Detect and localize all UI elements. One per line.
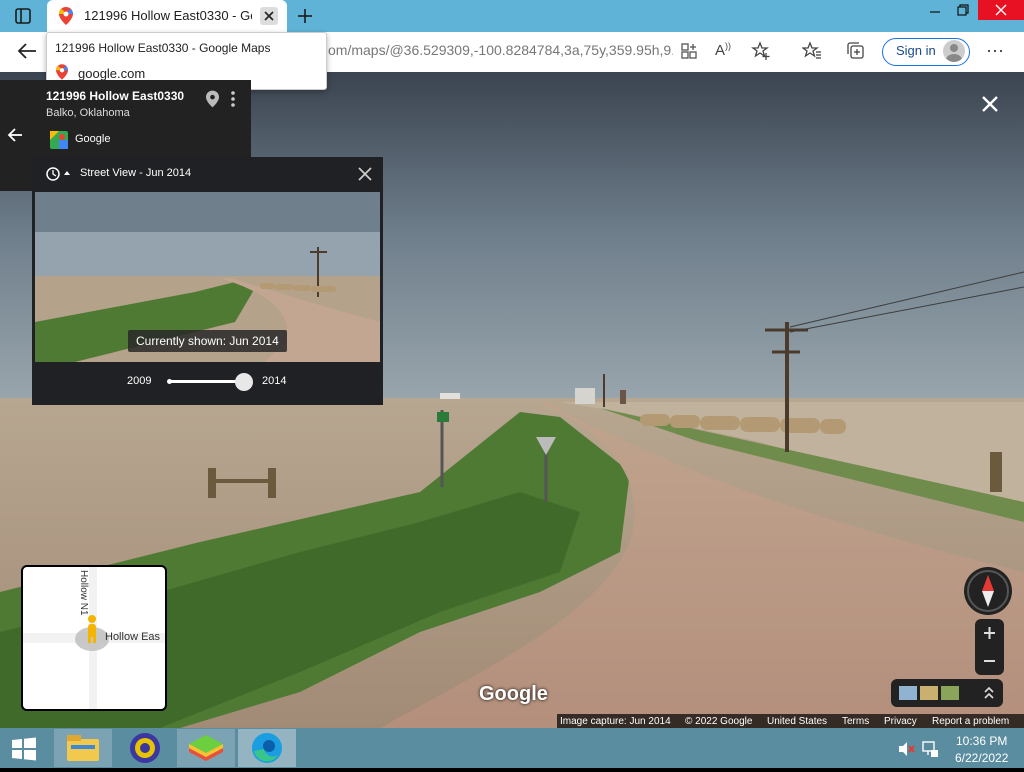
place-location: Balko, Oklahoma bbox=[46, 107, 130, 119]
tooltip-domain: google.com bbox=[78, 66, 146, 81]
tooltip-favicon-icon bbox=[56, 64, 68, 80]
clock-date[interactable]: 6/22/2022 bbox=[955, 751, 1008, 765]
more-options-icon[interactable] bbox=[229, 90, 237, 108]
network-icon[interactable] bbox=[921, 740, 939, 758]
google-watermark: Google bbox=[479, 683, 548, 705]
year-start-label: 2009 bbox=[127, 375, 152, 387]
privacy-link[interactable]: Privacy bbox=[884, 716, 917, 727]
file-explorer-icon[interactable] bbox=[54, 729, 112, 767]
google-maps-logo-icon bbox=[50, 131, 68, 149]
clock-time[interactable]: 10:36 PM bbox=[956, 734, 1007, 748]
app-available-icon[interactable] bbox=[680, 42, 698, 60]
history-header: Street View - Jun 2014 bbox=[80, 167, 192, 179]
volume-muted-icon[interactable] bbox=[897, 741, 915, 757]
back-arrow-icon[interactable] bbox=[16, 41, 38, 61]
sign-in-label: Sign in bbox=[896, 43, 936, 58]
terms-link[interactable]: Terms bbox=[842, 716, 869, 727]
avatar-icon bbox=[943, 40, 965, 62]
tab-title: 121996 Hollow East0330 - Google Maps bbox=[84, 8, 252, 23]
place-title[interactable]: 121996 Hollow East0330 bbox=[46, 89, 184, 103]
start-button-icon[interactable] bbox=[10, 737, 38, 761]
location-pin-icon[interactable] bbox=[206, 90, 219, 108]
currently-shown-badge: Currently shown: Jun 2014 bbox=[128, 330, 287, 352]
minimize-icon[interactable] bbox=[926, 4, 944, 18]
minimap-road-vertical: Hollow N1 bbox=[78, 570, 89, 616]
image-capture-label: Image capture: Jun 2014 bbox=[560, 716, 671, 727]
back-to-map-icon[interactable] bbox=[7, 127, 25, 143]
tooltip-title: 121996 Hollow East0330 - Google Maps bbox=[55, 41, 271, 55]
photo-thumb-3[interactable] bbox=[941, 686, 959, 700]
address-bar-input[interactable]: om/maps/@36.529309,-100.8284784,3a,75y,3… bbox=[328, 42, 673, 58]
new-tab-icon[interactable] bbox=[296, 7, 314, 25]
year-end-label: 2014 bbox=[262, 375, 287, 387]
tab-close-icon[interactable] bbox=[260, 7, 278, 25]
app-icon-globe[interactable] bbox=[116, 729, 174, 767]
zoom-in-button[interactable] bbox=[975, 620, 1004, 646]
restore-icon[interactable] bbox=[954, 2, 972, 18]
compass-icon[interactable] bbox=[964, 567, 1012, 615]
zoom-out-button[interactable] bbox=[975, 648, 1004, 674]
copyright-label: © 2022 Google bbox=[685, 716, 753, 727]
photo-thumb-1[interactable] bbox=[899, 686, 917, 700]
report-problem-link[interactable]: Report a problem bbox=[932, 716, 1009, 727]
edge-browser-icon[interactable] bbox=[238, 729, 296, 767]
expand-chevron-icon[interactable] bbox=[983, 685, 995, 701]
history-close-icon[interactable] bbox=[357, 166, 373, 182]
read-aloud-icon[interactable]: A)) bbox=[715, 41, 737, 61]
close-street-view-icon[interactable] bbox=[980, 94, 1000, 114]
collections-icon[interactable] bbox=[846, 41, 866, 61]
app-icon-bluestacks[interactable] bbox=[177, 729, 235, 767]
year-slider-start-dot bbox=[167, 379, 172, 384]
history-clock-icon[interactable] bbox=[45, 166, 75, 182]
minimap-road-horizontal: Hollow Eas bbox=[105, 631, 161, 643]
maps-favicon-icon bbox=[59, 7, 73, 25]
settings-more-icon[interactable]: ··· bbox=[986, 41, 1004, 61]
tab-actions-icon[interactable] bbox=[14, 7, 32, 25]
window-close-button[interactable] bbox=[978, 0, 1024, 20]
year-slider-track[interactable] bbox=[170, 380, 244, 383]
favorites-icon[interactable] bbox=[801, 41, 822, 61]
country-link[interactable]: United States bbox=[767, 716, 827, 727]
year-slider-thumb[interactable] bbox=[235, 373, 253, 391]
photo-thumb-2[interactable] bbox=[920, 686, 938, 700]
add-favorite-icon[interactable] bbox=[751, 41, 771, 61]
back-strip bbox=[0, 157, 33, 191]
provider-label: Google bbox=[75, 133, 111, 145]
